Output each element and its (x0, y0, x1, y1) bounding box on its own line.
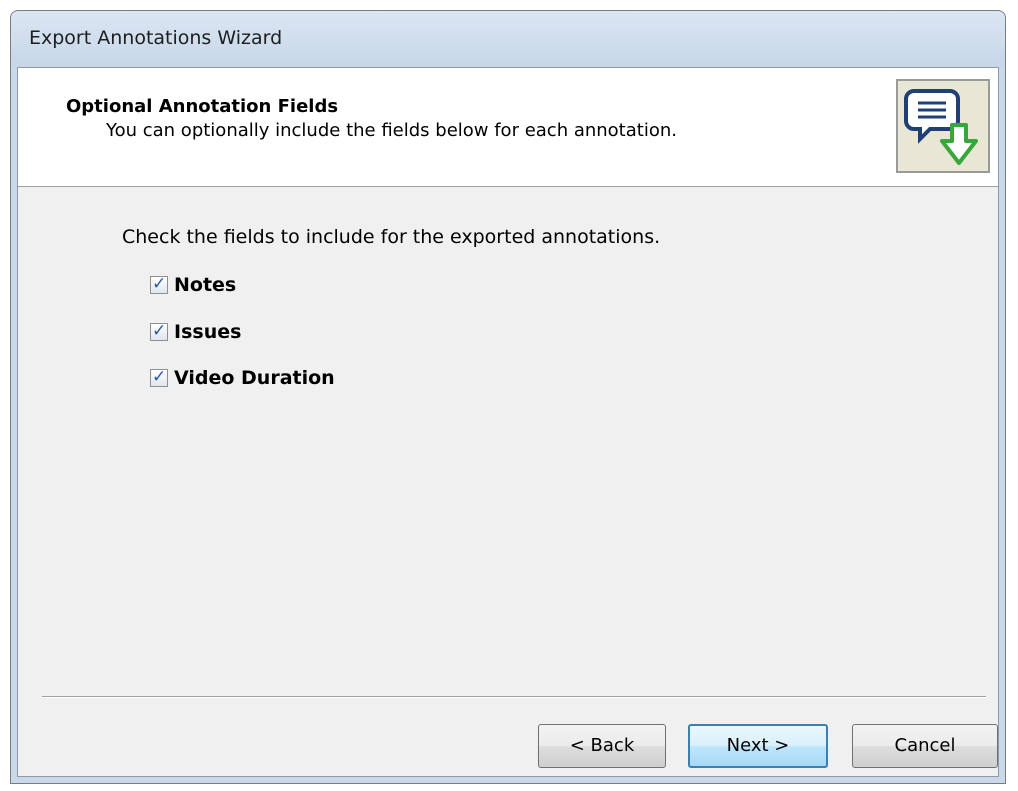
option-video-duration[interactable]: ✓ Video Duration (150, 367, 335, 389)
title-bar[interactable]: Export Annotations Wizard (11, 11, 1005, 67)
window-title: Export Annotations Wizard (29, 27, 283, 49)
issues-label[interactable]: Issues (174, 321, 241, 343)
back-button[interactable]: < Back (538, 724, 666, 768)
option-notes[interactable]: ✓ Notes (150, 274, 236, 296)
cancel-button[interactable]: Cancel (852, 724, 998, 768)
page-title: Optional Annotation Fields (66, 96, 339, 117)
wizard-window: Export Annotations Wizard Optional Annot… (10, 10, 1006, 784)
check-mark-icon: ✓ (152, 367, 167, 387)
check-mark-icon: ✓ (152, 321, 167, 341)
video-duration-label[interactable]: Video Duration (174, 367, 335, 389)
notes-label[interactable]: Notes (174, 274, 236, 296)
next-button[interactable]: Next > (688, 724, 828, 768)
check-mark-icon: ✓ (152, 274, 167, 294)
annotation-export-icon (896, 79, 990, 173)
notes-checkbox[interactable]: ✓ (150, 274, 168, 294)
wizard-client-area: Optional Annotation Fields You can optio… (17, 67, 999, 777)
option-issues[interactable]: ✓ Issues (150, 321, 241, 343)
page-subtitle: You can optionally include the fields be… (106, 120, 677, 141)
wizard-header: Optional Annotation Fields You can optio… (18, 68, 998, 187)
video-duration-checkbox[interactable]: ✓ (150, 367, 168, 387)
instructions-text: Check the fields to include for the expo… (122, 226, 661, 248)
button-divider (42, 696, 986, 698)
issues-checkbox[interactable]: ✓ (150, 321, 168, 341)
